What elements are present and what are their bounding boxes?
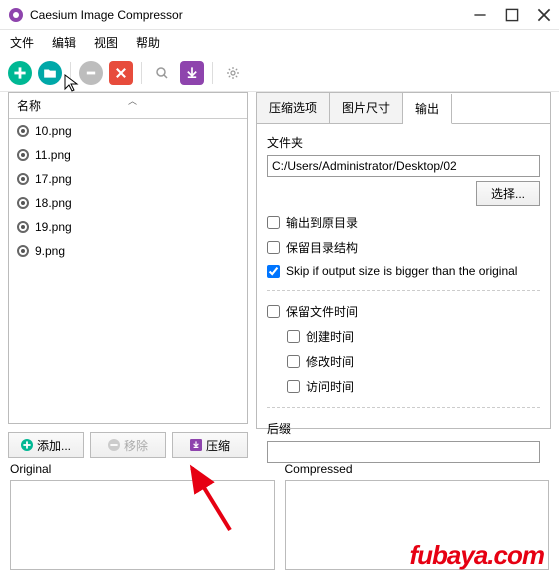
file-table[interactable]: 名称︿ 10.png 11.png 17.png 18.png 19.png 9.png — [8, 92, 248, 424]
menu-help[interactable]: 帮助 — [136, 34, 160, 51]
checkbox-atime[interactable] — [287, 380, 300, 393]
minimize-button[interactable] — [473, 8, 487, 22]
search-icon[interactable] — [150, 61, 174, 85]
preview-compressed-box: fubaya.com — [285, 480, 550, 570]
select-folder-button[interactable]: 选择... — [476, 181, 540, 206]
suffix-label: 后缀 — [267, 420, 540, 437]
menu-view[interactable]: 视图 — [94, 34, 118, 51]
checkbox-skip-bigger[interactable] — [267, 265, 280, 278]
file-row[interactable]: 18.png — [9, 191, 247, 215]
menu-file[interactable]: 文件 — [10, 34, 34, 51]
titlebar: Caesium Image Compressor — [0, 0, 559, 30]
folder-input[interactable] — [267, 155, 540, 177]
checkbox-keep-structure[interactable] — [267, 241, 280, 254]
radio-icon — [17, 173, 29, 185]
tabs: 压缩选项 图片尺寸 输出 — [256, 92, 551, 123]
tab-compress-options[interactable]: 压缩选项 — [257, 93, 330, 123]
file-row[interactable]: 9.png — [9, 239, 247, 263]
tab-image-size[interactable]: 图片尺寸 — [330, 93, 403, 123]
compress-button[interactable]: 压缩 — [172, 432, 248, 458]
radio-icon — [17, 221, 29, 233]
toolbar — [0, 55, 559, 92]
preview-original-label: Original — [10, 462, 275, 476]
radio-icon — [17, 149, 29, 161]
compress-action-icon — [190, 439, 202, 451]
checkbox-output-same-folder[interactable] — [267, 216, 280, 229]
add-folder-icon[interactable] — [38, 61, 62, 85]
toolbar-separator — [141, 62, 142, 84]
folder-label: 文件夹 — [267, 134, 540, 151]
settings-icon[interactable] — [221, 61, 245, 85]
divider — [267, 407, 540, 408]
watermark: fubaya.com — [410, 540, 545, 571]
app-icon — [8, 7, 24, 23]
radio-icon — [17, 125, 29, 137]
divider — [267, 290, 540, 291]
add-file-icon[interactable] — [8, 61, 32, 85]
remove-icon[interactable] — [79, 61, 103, 85]
menubar: 文件 编辑 视图 帮助 — [0, 30, 559, 55]
file-name: 10.png — [35, 124, 72, 138]
remove-button[interactable]: 移除 — [90, 432, 166, 458]
plus-icon — [21, 439, 33, 451]
preview-compressed-label: Compressed — [285, 462, 550, 476]
close-button[interactable] — [537, 8, 551, 22]
suffix-input[interactable] — [267, 441, 540, 463]
file-row[interactable]: 17.png — [9, 167, 247, 191]
column-header-name[interactable]: 名称︿ — [9, 93, 247, 119]
file-row[interactable]: 10.png — [9, 119, 247, 143]
radio-icon — [17, 197, 29, 209]
file-name: 18.png — [35, 196, 72, 210]
file-name: 17.png — [35, 172, 72, 186]
checkbox-keep-filetime[interactable] — [267, 305, 280, 318]
toolbar-separator — [70, 62, 71, 84]
radio-icon — [17, 245, 29, 257]
maximize-button[interactable] — [505, 8, 519, 22]
file-row[interactable]: 19.png — [9, 215, 247, 239]
toolbar-separator — [212, 62, 213, 84]
file-name: 9.png — [35, 244, 65, 258]
checkbox-mtime[interactable] — [287, 355, 300, 368]
sort-indicator-icon: ︿ — [128, 94, 137, 107]
file-row[interactable]: 11.png — [9, 143, 247, 167]
preview-original-box — [10, 480, 275, 570]
file-name: 19.png — [35, 220, 72, 234]
tab-output[interactable]: 输出 — [403, 94, 452, 124]
file-name: 11.png — [35, 148, 71, 162]
window-title: Caesium Image Compressor — [30, 8, 473, 22]
delete-icon[interactable] — [109, 61, 133, 85]
menu-edit[interactable]: 编辑 — [52, 34, 76, 51]
compress-icon[interactable] — [180, 61, 204, 85]
output-panel: 文件夹 选择... 输出到原目录 保留目录结构 Skip if output s… — [256, 123, 551, 429]
minus-icon — [108, 439, 120, 451]
add-button[interactable]: 添加... — [8, 432, 84, 458]
checkbox-ctime[interactable] — [287, 330, 300, 343]
